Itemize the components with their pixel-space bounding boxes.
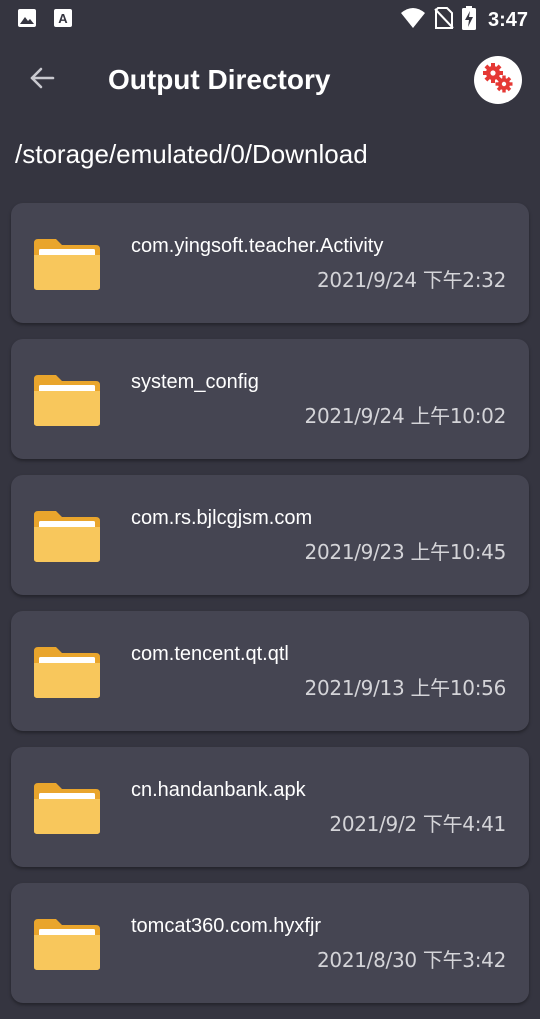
folder-item[interactable]: com.yingsoft.teacher.Activity 2021/9/24 … xyxy=(11,203,529,323)
folder-date: 2021/9/13 上午10:56 xyxy=(304,676,507,700)
folder-date: 2021/9/23 上午10:45 xyxy=(304,540,507,564)
folder-date: 2021/9/24 下午2:32 xyxy=(316,268,506,292)
settings-button[interactable] xyxy=(474,56,522,104)
folder-icon xyxy=(32,509,102,564)
folder-icon xyxy=(32,645,102,700)
folder-name: system_config xyxy=(131,371,259,393)
gears-icon xyxy=(481,61,515,100)
font-icon: A xyxy=(53,8,73,33)
arrow-left-icon xyxy=(29,65,55,96)
folder-date: 2021/8/30 下午3:42 xyxy=(316,948,506,972)
folder-icon xyxy=(32,373,102,428)
back-button[interactable] xyxy=(22,60,62,100)
folder-name: com.yingsoft.teacher.Activity xyxy=(131,235,384,257)
status-time: 3:47 xyxy=(487,9,528,31)
folder-icon xyxy=(32,781,102,836)
folder-item[interactable]: com.tencent.qt.qtl 2021/9/13 上午10:56 xyxy=(11,611,529,731)
folder-name: tomcat360.com.hyxfjr xyxy=(131,915,322,937)
svg-text:A: A xyxy=(58,11,68,26)
folder-list: com.yingsoft.teacher.Activity 2021/9/24 … xyxy=(11,203,529,1019)
folder-name: com.tencent.qt.qtl xyxy=(131,643,289,665)
wifi-icon xyxy=(400,7,426,34)
folder-date: 2021/9/2 下午4:41 xyxy=(329,812,506,836)
folder-name: cn.handanbank.apk xyxy=(131,779,306,801)
current-path: /storage/emulated/0/Download xyxy=(15,139,368,169)
folder-item[interactable]: system_config 2021/9/24 上午10:02 xyxy=(11,339,529,459)
folder-item[interactable]: tomcat360.com.hyxfjr 2021/8/30 下午3:42 xyxy=(11,883,529,1003)
page-title: Output Directory xyxy=(108,64,331,95)
battery-charging-icon xyxy=(461,6,476,35)
folder-item[interactable]: cn.handanbank.apk 2021/9/2 下午4:41 xyxy=(11,747,529,867)
folder-item[interactable]: com.rs.bjlcgjsm.com 2021/9/23 上午10:45 xyxy=(11,475,529,595)
folder-name: com.rs.bjlcgjsm.com xyxy=(131,507,313,529)
folder-icon xyxy=(32,917,102,972)
folder-icon xyxy=(32,237,102,292)
status-bar: A 3:47 xyxy=(0,0,540,36)
no-sim-icon xyxy=(434,7,454,34)
folder-date: 2021/9/24 上午10:02 xyxy=(304,404,507,428)
image-icon xyxy=(17,8,37,33)
